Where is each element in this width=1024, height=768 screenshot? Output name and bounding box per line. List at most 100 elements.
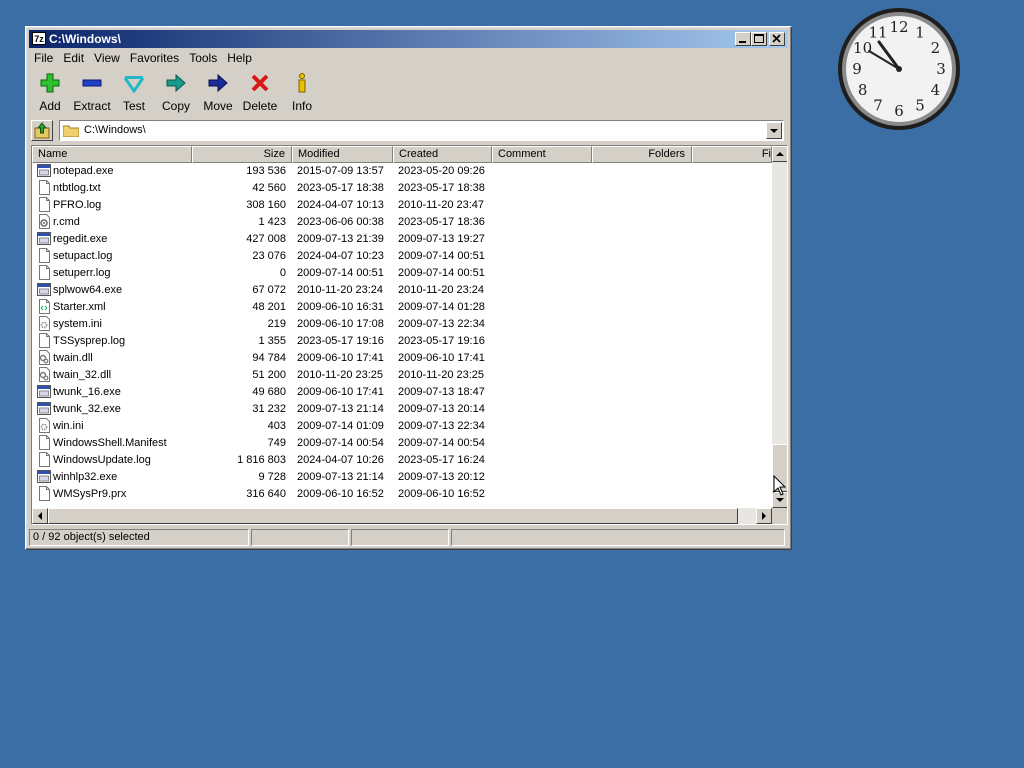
address-dropdown-button[interactable] [766, 122, 782, 139]
menu-help[interactable]: Help [222, 49, 257, 67]
file-created: 2023-05-20 09:26 [398, 165, 485, 177]
menu-tools[interactable]: Tools [184, 49, 222, 67]
exe-file-icon [37, 163, 51, 178]
file-created: 2009-07-13 19:27 [398, 233, 485, 245]
file-created: 2023-05-17 16:24 [398, 454, 485, 466]
test-label: Test [122, 99, 145, 113]
dll-file-icon [37, 350, 51, 365]
vertical-scrollbar[interactable] [772, 146, 787, 508]
sevenzip-window: 7z C:\Windows\ File Edit View Favorites Tool… [25, 26, 792, 550]
delete-label: Delete [242, 99, 278, 113]
file-row[interactable]: WindowsShell.Manifest 749 2009-07-14 00:54… [32, 435, 772, 452]
file-modified: 2024-04-07 10:13 [297, 199, 384, 211]
up-folder-icon [34, 122, 50, 139]
menu-file[interactable]: File [29, 49, 58, 67]
file-name: twain.dll [53, 352, 93, 364]
file-created: 2009-07-14 00:54 [398, 437, 485, 449]
maximize-button[interactable] [751, 32, 767, 46]
delete-button[interactable]: Delete [239, 71, 281, 113]
file-size: 9 728 [258, 471, 286, 483]
menu-view[interactable]: View [89, 49, 125, 67]
file-row[interactable]: splwow64.exe 67 072 2010-11-20 23:24 2010-1… [32, 282, 772, 299]
extract-button[interactable]: Extract [71, 71, 113, 113]
add-icon [40, 73, 60, 93]
scroll-up-button[interactable] [772, 146, 787, 162]
add-button[interactable]: Add [29, 71, 71, 113]
info-button[interactable]: Info [281, 71, 323, 113]
copy-label: Copy [161, 99, 190, 113]
minimize-button[interactable] [735, 32, 751, 46]
file-row[interactable]: PFRO.log 308 160 2024-04-07 10:13 2010-11-2… [32, 197, 772, 214]
file-row[interactable]: twain.dll 94 784 2009-06-10 17:41 2009-06-1… [32, 350, 772, 367]
up-folder-button[interactable] [31, 120, 53, 141]
clock-numeral: 7 [873, 96, 883, 114]
file-modified: 2009-07-13 21:39 [297, 233, 384, 245]
file-row[interactable]: regedit.exe 427 008 2009-07-13 21:39 2009-0… [32, 231, 772, 248]
file-row[interactable]: twunk_16.exe 49 680 2009-06-10 17:41 2009-0… [32, 384, 772, 401]
file-created: 2023-05-17 18:38 [398, 182, 485, 194]
file-modified: 2009-07-13 21:14 [297, 471, 384, 483]
file-row[interactable]: Starter.xml 48 201 2009-06-10 16:31 2009-07… [32, 299, 772, 316]
file-size: 1 423 [258, 216, 286, 228]
file-size: 48 201 [252, 301, 286, 313]
maximize-icon [754, 34, 764, 43]
file-name: twunk_32.exe [53, 403, 121, 415]
column-header-comment[interactable]: Comment [492, 146, 592, 163]
column-header-size[interactable]: Size [192, 146, 292, 163]
column-header-folders[interactable]: Folders [592, 146, 692, 163]
file-row[interactable]: WMSysPr9.prx 316 640 2009-06-10 16:52 2009-… [32, 486, 772, 503]
txt-file-icon [37, 435, 51, 450]
file-name: twunk_16.exe [53, 386, 121, 398]
address-field[interactable]: C:\Windows\ [59, 120, 784, 141]
file-created: 2009-06-10 17:41 [398, 352, 485, 364]
file-row[interactable]: winhlp32.exe 9 728 2009-07-13 21:14 2009-07… [32, 469, 772, 486]
menu-favorites[interactable]: Favorites [125, 49, 184, 67]
file-size: 94 784 [252, 352, 286, 364]
column-header-created[interactable]: Created [393, 146, 492, 163]
file-row[interactable]: win.ini 403 2009-07-14 01:09 2009-07-13 22:… [32, 418, 772, 435]
file-size: 1 816 803 [237, 454, 286, 466]
file-size: 316 640 [246, 488, 286, 500]
close-button[interactable] [769, 32, 785, 46]
menu-edit[interactable]: Edit [58, 49, 89, 67]
move-button[interactable]: Move [197, 71, 239, 113]
info-icon [298, 73, 306, 93]
scroll-right-button[interactable] [756, 508, 772, 524]
file-name: WMSysPr9.prx [53, 488, 127, 500]
file-list: Name Size Modified Created Comment Folde… [31, 145, 788, 525]
exe-file-icon [37, 469, 51, 484]
horizontal-scroll-thumb[interactable] [48, 508, 738, 524]
file-row[interactable]: setupact.log 23 076 2024-04-07 10:23 2009-0… [32, 248, 772, 265]
horizontal-scrollbar[interactable] [32, 508, 772, 524]
address-bar: C:\Windows\ [29, 119, 788, 143]
file-row[interactable]: twunk_32.exe 31 232 2009-07-13 21:14 2009-0… [32, 401, 772, 418]
file-row[interactable]: system.ini 219 2009-06-10 17:08 2009-07-13 … [32, 316, 772, 333]
file-row[interactable]: setuperr.log 0 2009-07-14 00:51 2009-07-14 … [32, 265, 772, 282]
test-button[interactable]: Test [113, 71, 155, 113]
file-size: 42 560 [252, 182, 286, 194]
file-row[interactable]: WindowsUpdate.log 1 816 803 2024-04-07 10:… [32, 452, 772, 469]
file-size: 219 [267, 318, 286, 330]
column-header-files[interactable]: Fi [692, 146, 772, 163]
column-header-name[interactable]: Name [32, 146, 192, 163]
scroll-left-button[interactable] [32, 508, 48, 524]
ini-file-icon [37, 418, 51, 433]
file-row[interactable]: TSSysprep.log 1 355 2023-05-17 19:16 2023-0… [32, 333, 772, 350]
file-size: 67 072 [252, 284, 286, 296]
file-row[interactable]: notepad.exe 193 536 2015-07-09 13:57 2023-0… [32, 163, 772, 180]
menu-bar: File Edit View Favorites Tools Help [29, 49, 788, 67]
file-row[interactable]: twain_32.dll 51 200 2010-11-20 23:25 2010-1… [32, 367, 772, 384]
xml-file-icon [37, 299, 51, 314]
file-row[interactable]: ntbtlog.txt 42 560 2023-05-17 18:38 2023-05… [32, 180, 772, 197]
copy-button[interactable]: Copy [155, 71, 197, 113]
file-row[interactable]: r.cmd 1 423 2023-06-06 00:38 2023-05-17 18:… [32, 214, 772, 231]
minimize-icon [739, 41, 746, 43]
scrollbar-corner [772, 508, 787, 524]
add-label: Add [39, 99, 61, 113]
file-created: 2009-07-13 20:14 [398, 403, 485, 415]
file-created: 2023-05-17 19:16 [398, 335, 485, 347]
column-header-modified[interactable]: Modified [292, 146, 393, 163]
title-bar[interactable]: 7z C:\Windows\ [29, 30, 788, 48]
status-selection: 0 / 92 object(s) selected [29, 529, 249, 546]
file-name: WindowsUpdate.log [53, 454, 151, 466]
